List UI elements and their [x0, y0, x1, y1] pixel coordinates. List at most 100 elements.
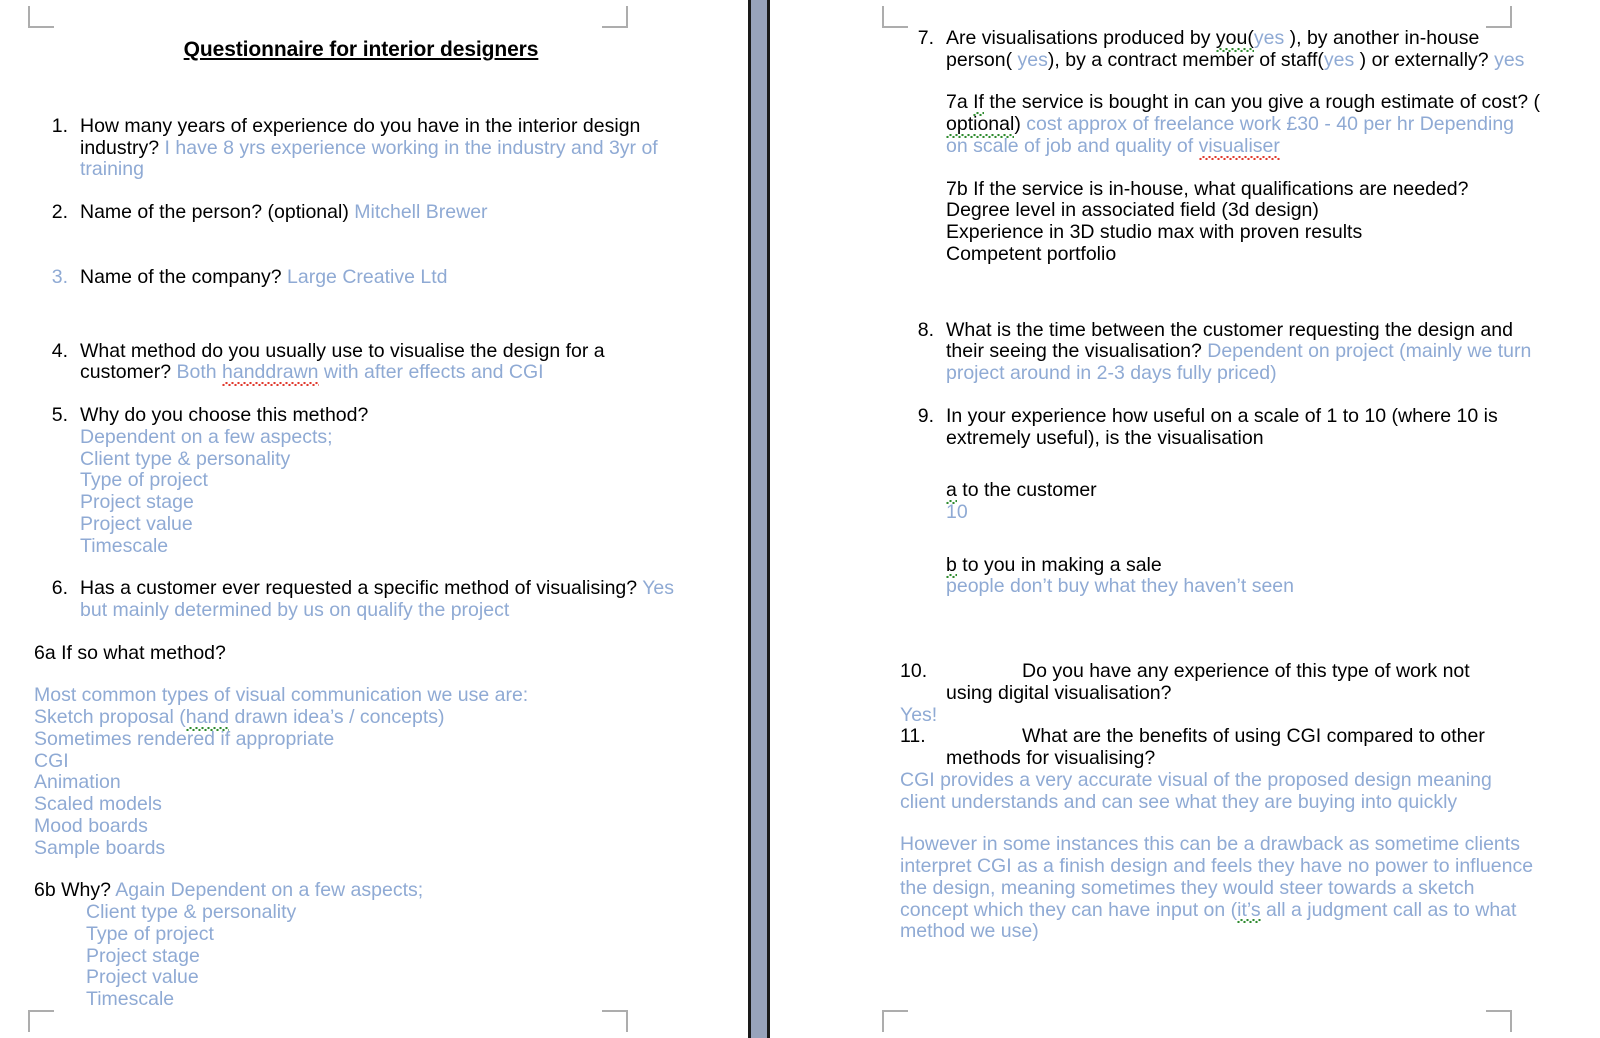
answer-line-5-0: Dependent on a few aspects;	[80, 425, 333, 448]
answer-text-11: CGI provides a very accurate visual of t…	[900, 768, 1492, 813]
margin-corner-mark-bottom-right-right-page	[1486, 1010, 1512, 1032]
question-body-6: Has a customer ever requested a specific…	[80, 577, 688, 621]
question-text-3: Name of the company?	[80, 265, 282, 288]
grammar-word-hand: hand	[185, 706, 230, 731]
answer-line-6b-1: Type of project	[86, 922, 214, 945]
question-text-11-cont: methods for visualising?	[946, 747, 1156, 770]
question-item-1: 1. How many years of experience do you h…	[34, 115, 688, 181]
page-gutter-divider	[748, 0, 770, 1038]
answer-line-5-3: Project stage	[80, 491, 194, 514]
answer-line-7b-0: Degree level in associated field (3d des…	[946, 199, 1319, 222]
sub-question-7a: 7a If the service is bought in can you g…	[946, 91, 1541, 160]
answer-text-4-pre: Both	[176, 361, 223, 384]
answer-yes-4: yes	[1494, 48, 1525, 71]
answer-line-5-2: Type of project	[80, 469, 208, 492]
answer-line-6b-3: Project value	[86, 966, 199, 989]
sub-question-7a-pre: 7a	[946, 91, 974, 114]
question-9-part-a: a to the customer	[946, 479, 1540, 504]
question-body-7: Are visualisations produced by you(yes )…	[946, 27, 1540, 71]
answer-line-6a-1: Sometimes rendered if appropriate	[34, 727, 335, 750]
answer-line-6b-0: Client type & personality	[86, 901, 297, 924]
document-viewer: Questionnaire for interior designers 1. …	[0, 0, 1600, 1038]
question-item-8: 8. What is the time between the customer…	[900, 318, 1540, 385]
question-text-10-cont: using digital visualisation?	[946, 681, 1172, 704]
question-item-5: 5. Why do you choose this method?	[34, 404, 688, 427]
question-text-5: Why do you choose this method?	[80, 404, 369, 427]
question-number-10: 10.	[900, 660, 928, 683]
question-9-part-a-label: to the customer	[956, 479, 1097, 502]
answer-yes-3: yes	[1323, 48, 1355, 71]
question-number-1: 1.	[51, 115, 68, 137]
question-item-11: 11. What are the benefits of using CGI c…	[900, 726, 1540, 748]
question-number-7: 7.	[917, 27, 934, 49]
answer-line-7b-2: Competent portfolio	[946, 242, 1117, 265]
question-number-6: 6.	[51, 577, 68, 600]
sub-question-7a-mid: the service is bought in can you give a …	[983, 91, 1541, 114]
question-number-8: 8.	[917, 318, 934, 341]
margin-corner-mark-bottom-left-right-page	[882, 1010, 908, 1032]
misspelled-word-visualiser: visualiser	[1198, 134, 1281, 160]
question-9-part-b: b to you in making a sale	[946, 553, 1540, 579]
page-left: Questionnaire for interior designers 1. …	[0, 0, 748, 1038]
question-body-4: What method do you usually use to visual…	[80, 340, 688, 386]
answer-9-part-a: 10	[946, 501, 968, 524]
question-body-5: Why do you choose this method?	[80, 404, 688, 427]
question-item-2: 2. Name of the person? (optional) Mitche…	[34, 201, 688, 224]
answer-line-5-5: Timescale	[80, 534, 169, 557]
grammar-word-you: you(	[1215, 27, 1254, 52]
question-number-3: 3.	[51, 265, 68, 288]
answer-line-6a-2: CGI	[34, 749, 69, 772]
question-item-6: 6. Has a customer ever requested a speci…	[34, 577, 688, 621]
question-number-5: 5.	[51, 404, 68, 427]
answer-line-6a-6: Sample boards	[34, 836, 166, 859]
margin-corner-mark-bottom-right	[602, 1010, 628, 1032]
question-9-part-b-label: to you in making a sale	[956, 553, 1162, 576]
page-left-body: Questionnaire for interior designers 1. …	[0, 0, 748, 1011]
grammar-word-if: If	[973, 91, 984, 116]
question-item-4: 4. What method do you usually use to vis…	[34, 339, 688, 386]
question-text-7-a: Are visualisations produced by	[946, 27, 1216, 49]
answer-line-6a-sketch: Sketch proposal ( hand drawn idea’s / co…	[34, 706, 688, 731]
answer-line-6a-3: Animation	[34, 771, 121, 794]
sub-question-label-6b: 6b Why? Again Dependent on a few aspects…	[34, 879, 688, 902]
question-body-1: How many years of experience do you have…	[80, 115, 688, 181]
answer-sketch-pre: Sketch proposal (	[34, 706, 186, 729]
question-body-11: What are the benefits of using CGI compa…	[1022, 725, 1485, 748]
question-item-7: 7. Are visualisations produced by you(ye…	[900, 27, 1540, 71]
question-item-10-cont: using digital visualisation?	[900, 681, 1540, 705]
question-text-6: Has a customer ever requested a specific…	[80, 577, 638, 600]
grammar-letter-a: a	[946, 479, 957, 504]
answer-text-6b-first: Again Dependent on a few aspects;	[115, 879, 424, 902]
answer-text-10: Yes!	[900, 703, 938, 726]
question-item-11-cont: methods for visualising?	[900, 747, 1540, 770]
margin-corner-mark-bottom-left	[28, 1010, 54, 1032]
sub-question-7a-mid2: )	[1014, 113, 1027, 136]
answer-yes-1: yes	[1253, 27, 1285, 49]
question-text-9: In your experience how useful on a scale…	[946, 404, 1498, 449]
question-item-3: 3. Name of the company? Large Creative L…	[34, 265, 688, 289]
answer-yes-2: yes	[1017, 48, 1048, 71]
page-right: 7. Are visualisations produced by you(ye…	[770, 0, 1600, 1038]
question-text-7-c: ), by a contract member of staff(	[1047, 48, 1324, 71]
question-body-3: Name of the company? Large Creative Ltd	[80, 265, 688, 289]
question-body-8: What is the time between the customer re…	[946, 319, 1540, 385]
grammar-letter-b: b	[946, 553, 957, 579]
question-number-9: 9.	[917, 404, 934, 427]
question-text-2: Name of the person? (optional)	[80, 201, 349, 224]
answer-line-6b-2: Project stage	[86, 944, 200, 967]
answer-line-6a-4: Scaled models	[34, 793, 162, 816]
page-title: Questionnaire for interior designers	[183, 38, 539, 61]
answer-text-1: I have 8 yrs experience working in the i…	[80, 136, 658, 181]
answer-line-5-4: Project value	[80, 512, 193, 535]
answer-sketch-post: drawn idea’s / concepts)	[229, 706, 445, 729]
grammar-word-its: it’s	[1237, 898, 1262, 924]
question-body-2: Name of the person? (optional) Mitchell …	[80, 201, 688, 224]
sub-question-6b-text: 6b Why?	[34, 879, 111, 902]
answer-line-5-1: Client type & personality	[80, 447, 291, 470]
answer-line-6a-5: Mood boards	[34, 814, 148, 837]
question-number-4: 4.	[51, 339, 68, 362]
question-body-9: In your experience how useful on a scale…	[946, 404, 1540, 449]
answer-9-part-b: people don’t buy what they haven’t seen	[946, 575, 1295, 598]
question-body-10: Do you have any experience of this type …	[1022, 660, 1470, 683]
sub-question-7b-label: 7b If the service is in-house, what qual…	[946, 177, 1469, 200]
